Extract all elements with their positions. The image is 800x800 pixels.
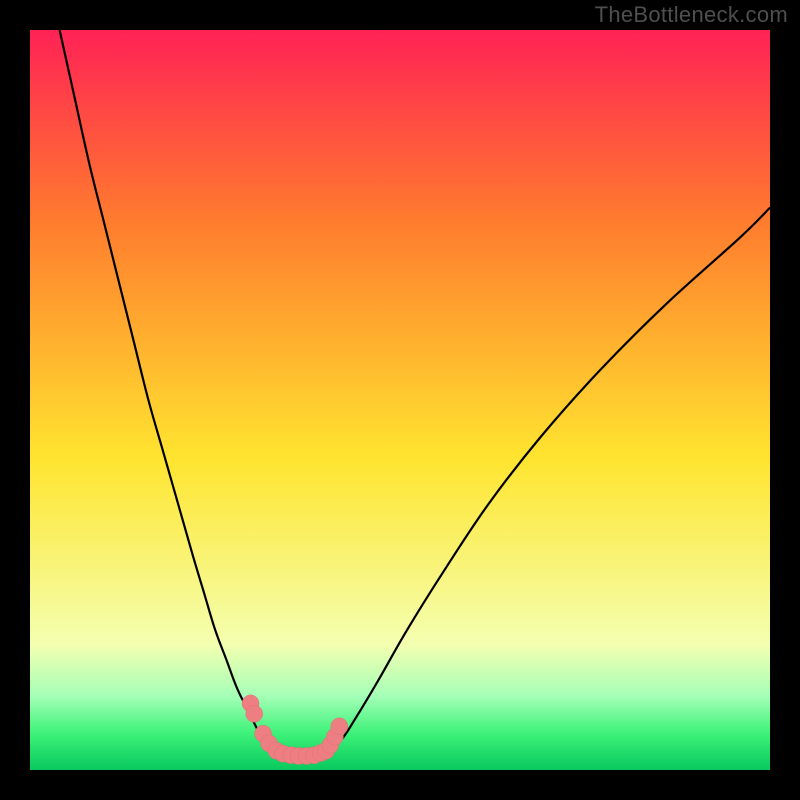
highlight-dot <box>331 718 348 735</box>
chart-svg <box>30 30 770 770</box>
gradient-background <box>30 30 770 770</box>
chart-outer-frame: TheBottleneck.com <box>0 0 800 800</box>
watermark-text: TheBottleneck.com <box>595 2 788 28</box>
plot-area <box>30 30 770 770</box>
highlight-dot <box>246 705 263 722</box>
